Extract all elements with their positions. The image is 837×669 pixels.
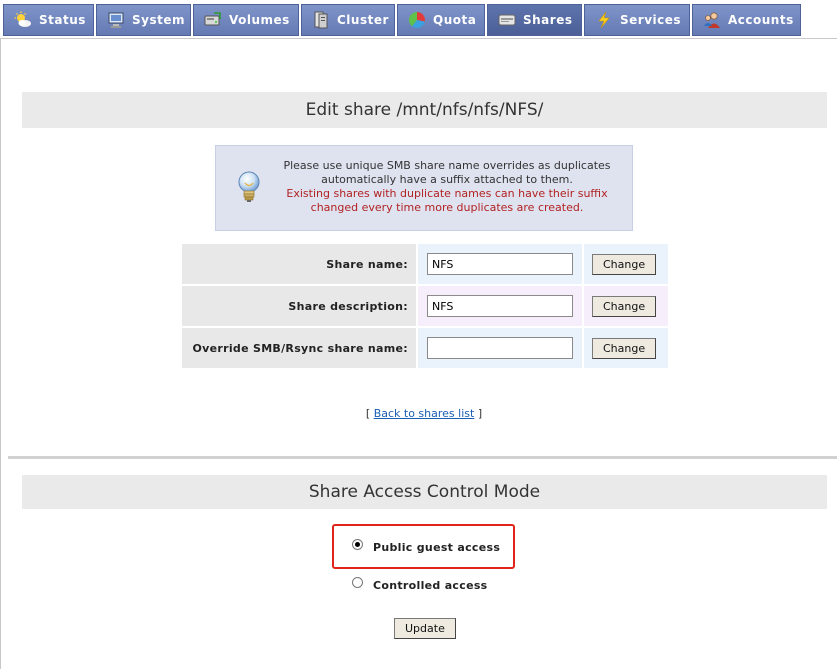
tab-quota[interactable]: Quota [397, 4, 485, 36]
share-description-row: Share description: Change [182, 286, 668, 326]
public-guest-access-option[interactable]: Public guest access [352, 539, 501, 554]
share-description-button-cell: Change [584, 286, 668, 326]
update-button[interactable]: Update [394, 618, 456, 639]
tab-shares-label: Shares [523, 13, 573, 27]
share-name-button-cell: Change [584, 244, 668, 284]
system-icon [107, 11, 125, 29]
tab-accounts-label: Accounts [728, 13, 794, 27]
share-name-input[interactable] [427, 253, 573, 275]
back-link-line: [ Back to shares list ] [0, 407, 837, 420]
quota-icon [408, 11, 426, 29]
change-override-name-button[interactable]: Change [592, 337, 657, 359]
share-description-label: Share description: [182, 286, 416, 326]
volumes-icon [204, 11, 222, 29]
info-text: Please use unique SMB share name overrid… [283, 159, 611, 186]
accounts-icon [703, 11, 721, 29]
tab-accounts[interactable]: Accounts [692, 4, 801, 36]
info-warning-text: Existing shares with duplicate names can… [286, 187, 608, 214]
back-bracket-close: ] [477, 407, 483, 420]
public-guest-access-label: Public guest access [373, 541, 501, 554]
override-name-label: Override SMB/Rsync share name: [182, 328, 416, 368]
change-share-description-button[interactable]: Change [592, 295, 657, 317]
shares-icon [498, 11, 516, 29]
share-name-row: Share name: Change [182, 244, 668, 284]
share-name-cell [418, 244, 582, 284]
controlled-access-radio[interactable] [352, 577, 363, 588]
tab-quota-label: Quota [433, 13, 477, 27]
share-description-cell [418, 286, 582, 326]
tab-system-label: System [132, 13, 185, 27]
change-share-name-button[interactable]: Change [592, 253, 657, 275]
controlled-access-label: Controlled access [373, 579, 488, 592]
back-to-shares-link[interactable]: Back to shares list [374, 407, 475, 420]
tab-system[interactable]: System [96, 4, 191, 36]
tab-services-label: Services [620, 13, 682, 27]
tab-volumes-label: Volumes [229, 13, 290, 27]
controlled-access-option[interactable]: Controlled access [352, 577, 488, 592]
status-icon [14, 11, 32, 29]
services-icon [595, 11, 613, 29]
main-tab-bar: Status System Volumes Cluster Quota Shar… [0, 0, 837, 38]
override-name-input[interactable] [427, 337, 573, 359]
tab-status-label: Status [39, 13, 86, 27]
share-name-label: Share name: [182, 244, 416, 284]
tab-cluster[interactable]: Cluster [301, 4, 395, 36]
override-name-row: Override SMB/Rsync share name: Change [182, 328, 668, 368]
override-name-cell [418, 328, 582, 368]
public-guest-access-radio[interactable] [352, 539, 363, 550]
lightbulb-icon [236, 170, 262, 210]
access-mode-title: Share Access Control Mode [22, 475, 827, 509]
tab-cluster-label: Cluster [337, 13, 389, 27]
override-name-button-cell: Change [584, 328, 668, 368]
info-box: Please use unique SMB share name overrid… [215, 145, 633, 231]
cluster-icon [312, 11, 330, 29]
tab-status[interactable]: Status [3, 4, 94, 36]
back-bracket-open: [ [365, 407, 371, 420]
edit-share-title: Edit share /mnt/nfs/nfs/NFS/ [22, 92, 827, 128]
info-message: Please use unique SMB share name overrid… [274, 159, 620, 215]
tab-services[interactable]: Services [584, 4, 690, 36]
tab-volumes[interactable]: Volumes [193, 4, 299, 36]
share-description-input[interactable] [427, 295, 573, 317]
section-divider [8, 456, 837, 459]
tab-shares[interactable]: Shares [487, 4, 582, 36]
